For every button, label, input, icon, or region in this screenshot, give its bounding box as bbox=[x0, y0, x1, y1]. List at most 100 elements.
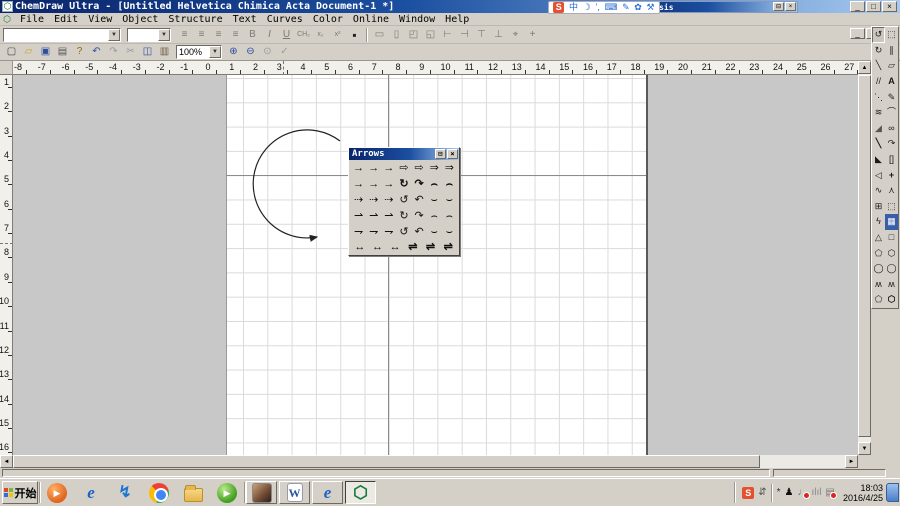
scroll-up-arrow-icon[interactable]: ▲ bbox=[858, 61, 871, 74]
font-combo[interactable]: ▼ bbox=[3, 28, 121, 42]
menu-color[interactable]: Color bbox=[308, 14, 348, 25]
align-left-object-button[interactable]: ⊢ bbox=[439, 28, 456, 42]
quicklaunch-internet-explorer[interactable]: e bbox=[74, 481, 108, 505]
arrow-solid-medium[interactable]: → bbox=[366, 163, 381, 174]
ungroup-button[interactable]: ▯ bbox=[388, 28, 405, 42]
tray-volume-muted-icon[interactable]: ♩ bbox=[798, 488, 808, 498]
check-structure-button[interactable]: ✓ bbox=[276, 45, 293, 59]
app-restore-button[interactable]: □ bbox=[866, 1, 881, 12]
hashed-bond-tool[interactable]: ≋ bbox=[872, 105, 885, 121]
dashed-bond-tool[interactable]: ⋱ bbox=[872, 89, 885, 105]
chain-pencil-tool[interactable]: ✎ bbox=[885, 89, 898, 105]
multiple-bond-tool[interactable]: ∥ bbox=[885, 43, 898, 59]
acyclic-chain-tool[interactable]: ϟ bbox=[872, 214, 885, 230]
horizontal-scrollbar[interactable]: ◄ ► bbox=[0, 455, 858, 468]
cyclopentane-tool[interactable]: ⬠ bbox=[872, 245, 885, 261]
actual-size-button[interactable]: ⊙ bbox=[259, 45, 276, 59]
save-button[interactable]: ▣ bbox=[37, 45, 54, 59]
taskbar-clock[interactable]: 18:03 2016/4/25 bbox=[843, 483, 883, 503]
variable-attachment-tool[interactable]: ⋏ bbox=[885, 183, 898, 199]
italic-button[interactable]: I bbox=[261, 28, 278, 42]
hollow-wedge-bond-tool[interactable]: ◁ bbox=[872, 167, 885, 183]
arc-cw-180[interactable]: ↷ bbox=[412, 179, 427, 190]
scroll-left-arrow-icon[interactable]: ◄ bbox=[0, 455, 13, 468]
ime-toolbox-icon[interactable]: ⚒ bbox=[646, 3, 654, 12]
bold-button[interactable]: B bbox=[244, 28, 261, 42]
undo-button[interactable]: ↶ bbox=[88, 45, 105, 59]
copy-button[interactable]: ◫ bbox=[139, 45, 156, 59]
arc-ccw-270[interactable]: ↺ bbox=[396, 195, 411, 206]
arc-down-90[interactable]: ⌣ bbox=[442, 195, 457, 206]
app-minimize-button[interactable]: _ bbox=[850, 1, 865, 12]
bring-to-front-button[interactable]: ◰ bbox=[405, 28, 422, 42]
half-arc-down-120[interactable]: ⌣ bbox=[427, 227, 442, 238]
arrows-rollup-button[interactable]: ⊟ bbox=[435, 149, 446, 159]
ime-sogou-logo[interactable]: S bbox=[553, 2, 564, 13]
zoom-in-button[interactable]: ⊕ bbox=[225, 45, 242, 59]
cyclohexane-tool[interactable]: ⬡ bbox=[885, 245, 898, 261]
arc-cw-90[interactable]: ⌢ bbox=[442, 179, 457, 190]
chair-cyclohexane-tool-1[interactable]: ʍ bbox=[872, 277, 885, 293]
orbital-tool[interactable]: ∞ bbox=[885, 121, 898, 137]
arrow-double-headed-small[interactable]: ↔ bbox=[386, 242, 404, 253]
cut-button[interactable]: ✂ bbox=[122, 45, 139, 59]
arrow-double-headed-bold[interactable]: ↔ bbox=[351, 242, 369, 253]
ime-soft-keyboard-icon[interactable]: ⌨ bbox=[604, 3, 617, 12]
arrows-close-button[interactable]: × bbox=[447, 149, 458, 159]
half-arc-cw-270[interactable]: ↻ bbox=[396, 211, 411, 222]
wavy-bond-tool[interactable]: ∿ bbox=[872, 183, 885, 199]
align-justify-button[interactable]: ≡ bbox=[227, 28, 244, 42]
subscript-button[interactable]: x₂ bbox=[312, 28, 329, 42]
ime-skin-icon[interactable]: ✿ bbox=[634, 3, 642, 12]
menu-view[interactable]: View bbox=[83, 14, 117, 25]
scroll-down-arrow-icon[interactable]: ▼ bbox=[858, 442, 871, 455]
half-arc-cw-180[interactable]: ↷ bbox=[412, 211, 427, 222]
cyclopentadiene-tool[interactable]: ⬠ bbox=[872, 292, 885, 308]
menu-text[interactable]: Text bbox=[228, 14, 262, 25]
arrow-double-headed-medium[interactable]: ↔ bbox=[369, 242, 387, 253]
equilibrium-small[interactable]: ⇌ bbox=[439, 242, 457, 253]
align-right-button[interactable]: ≡ bbox=[210, 28, 227, 42]
taskbar-photo-window-button[interactable] bbox=[246, 481, 277, 504]
text-tool[interactable]: A bbox=[885, 74, 898, 90]
arrow-open-double[interactable]: ⇒ bbox=[427, 163, 442, 174]
hashed-wedge-bond-tool[interactable]: ◢ bbox=[872, 121, 885, 137]
color-button[interactable]: ▪ bbox=[346, 28, 363, 42]
marquee-select-tool[interactable]: ⬚ bbox=[885, 27, 898, 43]
eraser-tool[interactable]: ▱ bbox=[885, 58, 898, 74]
align-top-object-button[interactable]: ⊤ bbox=[473, 28, 490, 42]
arrow-solid-large[interactable]: → bbox=[381, 163, 396, 174]
center-horizontal-button[interactable]: + bbox=[524, 28, 541, 42]
paste-button[interactable]: ▥ bbox=[156, 45, 173, 59]
menu-curves[interactable]: Curves bbox=[262, 14, 308, 25]
size-combo-arrow-icon[interactable]: ▼ bbox=[158, 29, 170, 41]
arrows-palette-titlebar[interactable]: Arrows ⊟× bbox=[349, 148, 459, 160]
benzene-tool[interactable]: ⬡ bbox=[885, 292, 898, 308]
font-combo-arrow-icon[interactable]: ▼ bbox=[108, 29, 120, 41]
tray-network-error-icon[interactable]: ▤ bbox=[826, 488, 835, 498]
underline-button[interactable]: U bbox=[278, 28, 295, 42]
equilibrium-medium[interactable]: ⇌ bbox=[422, 242, 440, 253]
menu-edit[interactable]: Edit bbox=[49, 14, 83, 25]
zoom-combo-arrow-icon[interactable]: ▼ bbox=[209, 46, 221, 58]
ime-shape-mode-icon[interactable]: ☽ bbox=[583, 3, 591, 12]
arrow-bold-large[interactable]: → bbox=[381, 179, 396, 190]
horizontal-scroll-thumb[interactable] bbox=[13, 455, 760, 468]
half-arc-ccw-180[interactable]: ↶ bbox=[412, 227, 427, 238]
center-vertical-button[interactable]: ⌖ bbox=[507, 28, 524, 42]
analysis-close-button[interactable]: × bbox=[785, 2, 796, 11]
half-arrow-bottom-medium[interactable]: ⇁ bbox=[366, 227, 381, 238]
tray-signal-icon[interactable]: ılıl bbox=[812, 488, 822, 498]
new-button[interactable]: ▢ bbox=[3, 45, 20, 59]
tray-qq-icon[interactable]: ♟ bbox=[785, 488, 794, 498]
tray-language-icon[interactable]: ⇵ bbox=[758, 488, 766, 498]
zoom-out-button[interactable]: ⊖ bbox=[242, 45, 259, 59]
menu-file[interactable]: File bbox=[15, 14, 49, 25]
double-bond-tool[interactable]: // bbox=[872, 74, 885, 90]
align-bottom-object-button[interactable]: ⊥ bbox=[490, 28, 507, 42]
open-button[interactable]: ▱ bbox=[20, 45, 37, 59]
quicklaunch-media-player[interactable]: ▶ bbox=[40, 481, 74, 505]
page-marquee-tool[interactable]: ⬚ bbox=[885, 199, 898, 215]
arc-down-120[interactable]: ⌣ bbox=[427, 195, 442, 206]
arrow-hollow-large[interactable]: ⇨ bbox=[396, 163, 411, 174]
